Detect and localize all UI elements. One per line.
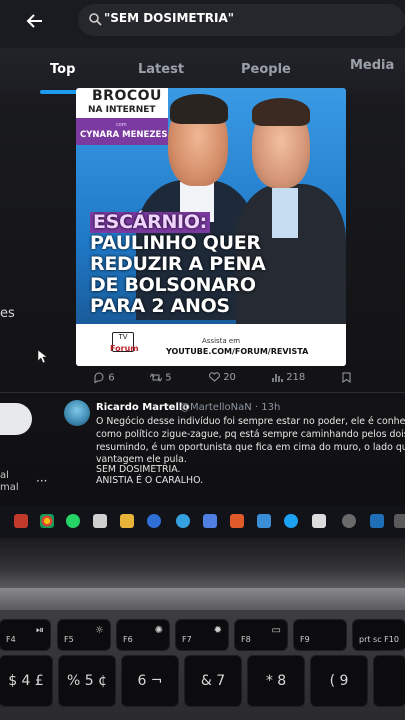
app-icon[interactable]: [14, 514, 28, 528]
avatar[interactable]: [64, 400, 90, 426]
sidebar-fragment-text: es: [0, 306, 15, 321]
reply-icon: [94, 372, 104, 385]
key-f10[interactable]: prt sc F10: [353, 620, 405, 650]
post-image[interactable]: BROCOU NA INTERNET com CYNARA MENEZES ES…: [76, 88, 346, 366]
key-f7[interactable]: F7 ✹: [176, 620, 228, 650]
man-right-shirt: [272, 188, 298, 238]
tweet-text-line: como político zigue-zague, pq está sempr…: [96, 429, 405, 440]
mouse-cursor-icon: [37, 349, 47, 364]
photo-of-laptop: "SEM DOSIMETRIA" Top Latest People Media…: [0, 0, 405, 720]
app-icon[interactable]: [257, 514, 271, 528]
key-0[interactable]: [374, 656, 405, 706]
footer-cta: Assista em: [202, 337, 241, 345]
back-arrow-icon[interactable]: [22, 10, 48, 36]
program-logo: BROCOU NA INTERNET com CYNARA MENEZES: [76, 88, 168, 145]
more-icon[interactable]: ···: [36, 474, 47, 488]
man-right-hair: [252, 98, 310, 126]
tweet-text-line: resumindo, é um oportunista que fica em …: [96, 442, 405, 453]
repost-icon: [149, 373, 163, 382]
tweet-text-line: O Negócio desse indivíduo foi sempre est…: [96, 416, 405, 427]
app-icon[interactable]: [147, 514, 161, 528]
like-count: 20: [223, 372, 236, 383]
key-f9[interactable]: F9: [294, 620, 346, 650]
headline-line: REDUZIR A PENA: [90, 253, 266, 275]
image-footer: TV Forum Assista em YOUTUBE.COM/FORUM/RE…: [76, 324, 346, 366]
sidebar-fragment-small: mal: [0, 482, 19, 493]
repost-button[interactable]: 5: [149, 372, 172, 384]
folder-icon[interactable]: [120, 514, 134, 528]
logo-com: com: [116, 122, 127, 128]
like-button[interactable]: 20: [209, 372, 236, 383]
sidebar-post-button[interactable]: [0, 403, 32, 435]
bookmark-icon: [342, 372, 351, 383]
search-query: "SEM DOSIMETRIA": [104, 11, 235, 25]
headline-line: ESCÁRNIO:: [90, 212, 210, 233]
whatsapp-icon[interactable]: [66, 514, 80, 528]
app-icon[interactable]: [284, 514, 298, 528]
key-7[interactable]: & 7: [185, 656, 241, 706]
views-button[interactable]: 218: [272, 372, 305, 383]
logo-host-name: CYNARA MENEZES: [80, 130, 168, 140]
key-f6[interactable]: F6 ✺: [117, 620, 169, 650]
key-f4[interactable]: F4 ⏯: [0, 620, 50, 650]
laptop-hinge: [0, 588, 405, 612]
post-actions: 6 5 20 218: [92, 372, 405, 388]
repost-count: 5: [165, 372, 172, 384]
app-icon[interactable]: [394, 514, 405, 528]
reply-count: 6: [108, 372, 115, 384]
app-icon[interactable]: [230, 514, 244, 528]
key-8[interactable]: * 8: [248, 656, 304, 706]
app-icon[interactable]: [203, 514, 217, 528]
views-icon: [272, 374, 283, 382]
tab-latest[interactable]: Latest: [138, 62, 184, 77]
chrome-icon[interactable]: [40, 514, 54, 528]
tweet-author-name[interactable]: Ricardo Martello: [96, 402, 189, 413]
post-divider: [0, 392, 405, 393]
store-icon[interactable]: [93, 514, 107, 528]
headline: ESCÁRNIO: PAULINHO QUER REDUZIR A PENA D…: [90, 212, 266, 317]
headline-line: DE BOLSONARO: [90, 274, 256, 296]
heart-icon: [209, 372, 220, 382]
key-6[interactable]: 6 ¬: [122, 656, 178, 706]
file-icon[interactable]: [312, 514, 326, 528]
key-4[interactable]: $ 4 £: [0, 656, 52, 706]
search-input[interactable]: "SEM DOSIMETRIA": [78, 4, 405, 36]
laptop-bezel: [0, 538, 405, 588]
tab-media[interactable]: Media: [350, 58, 394, 73]
tab-top[interactable]: Top: [50, 62, 75, 77]
man-left-hair: [170, 94, 228, 124]
headline-line: PAULINHO QUER: [90, 232, 261, 254]
views-count: 218: [286, 372, 306, 383]
windows-taskbar: [0, 506, 405, 538]
headline-line: PARA 2 ANOS: [90, 295, 230, 317]
logo-subtitle: NA INTERNET: [88, 105, 156, 115]
laptop-screen: "SEM DOSIMETRIA" Top Latest People Media…: [0, 0, 405, 560]
key-9[interactable]: ( 9: [311, 656, 367, 706]
sidebar-fragment-small: al: [0, 470, 9, 481]
footer-url: YOUTUBE.COM/FORUM/REVISTA: [166, 347, 309, 356]
top-bar: "SEM DOSIMETRIA": [0, 0, 405, 45]
bookmark-button[interactable]: [342, 372, 351, 384]
tweet-text-line: ANISTIA É O CARALHO.: [96, 475, 204, 486]
keyboard: F4 ⏯ F5 ☼ F6 ✺ F7 ✹ F8 ▭ F9 prt sc F10 $ 4 £ …: [0, 610, 405, 720]
logo-brand: BROCOU: [92, 88, 162, 104]
tab-people[interactable]: People: [241, 62, 291, 77]
tv-forum-brand: Forum: [110, 344, 139, 353]
key-f5[interactable]: F5 ☼: [58, 620, 110, 650]
tweet-text-line: SEM DOSIMETRIA.: [96, 464, 181, 475]
key-f8[interactable]: F8 ▭: [235, 620, 287, 650]
app-icon[interactable]: [370, 514, 384, 528]
reply-button[interactable]: 6: [94, 372, 115, 385]
telegram-icon[interactable]: [176, 514, 190, 528]
tweet-author-handle[interactable]: @MartelloNaN · 13h: [180, 402, 280, 413]
app-icon[interactable]: [342, 514, 356, 528]
search-icon: [89, 13, 102, 26]
key-5[interactable]: % 5 ¢: [59, 656, 115, 706]
